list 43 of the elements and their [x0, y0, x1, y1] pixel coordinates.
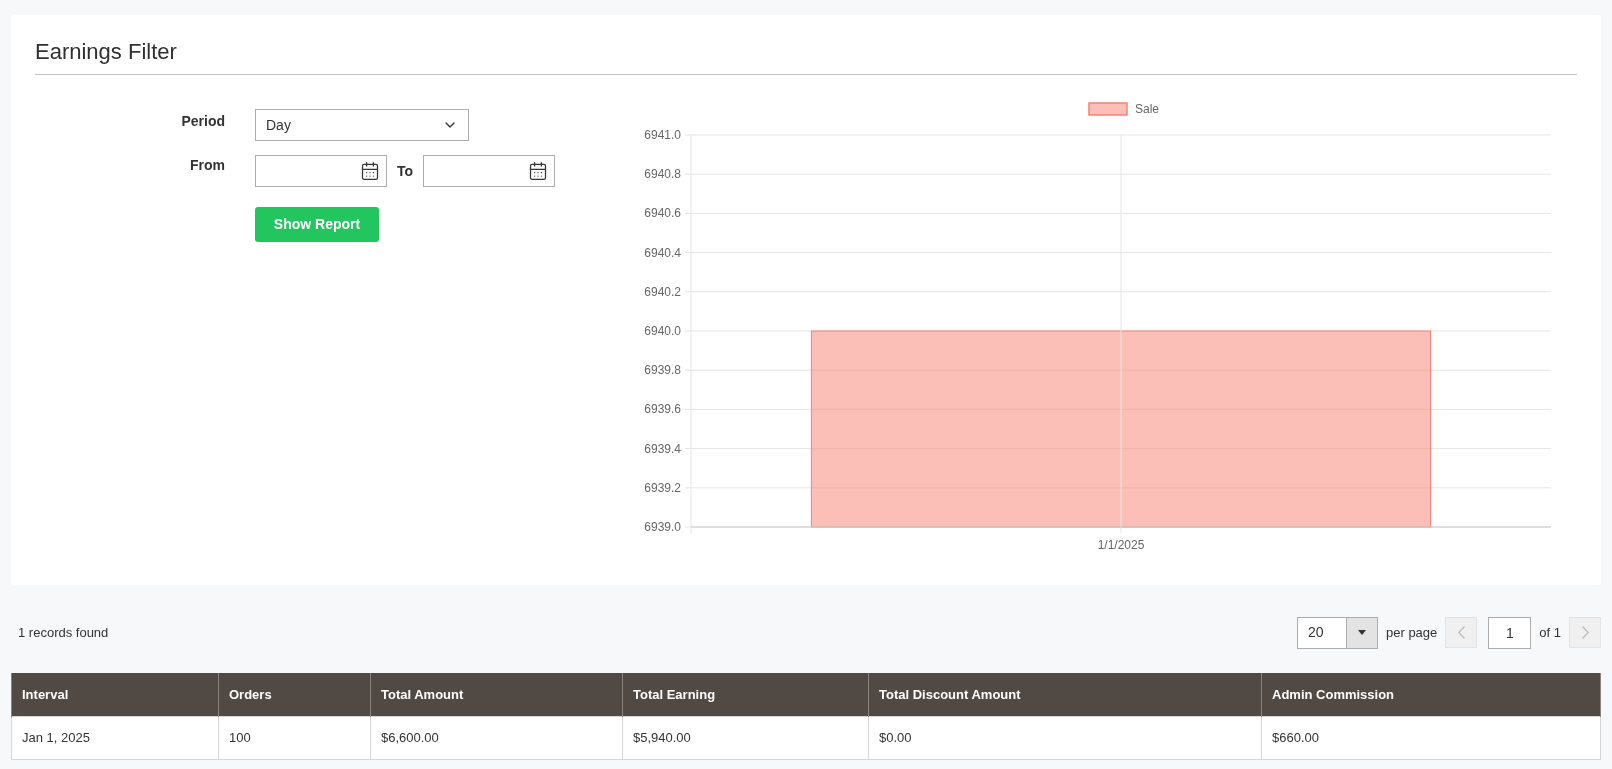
column-header: Total Discount Amount	[868, 673, 1262, 716]
records-count: 1 records found	[17, 623, 109, 642]
column-header: Interval	[11, 673, 219, 716]
y-tick-label: 6940.8	[644, 167, 681, 182]
y-tick-label: 6940.6	[644, 206, 681, 221]
legend-label: Sale	[1135, 102, 1160, 116]
table-cell: $660.00	[1261, 716, 1601, 759]
panel-title: Earnings Filter	[35, 35, 1577, 75]
table-cell: $0.00	[868, 716, 1262, 759]
field-label: From	[189, 155, 225, 175]
from-date-field[interactable]	[255, 155, 387, 187]
table-cell: 100	[218, 716, 371, 759]
column-header: Admin Commission	[1261, 673, 1601, 716]
table-cell: Jan 1, 2025	[11, 716, 219, 759]
per-page-select[interactable]: 20	[1297, 616, 1378, 649]
y-tick-label: 6941.0	[644, 128, 681, 142]
page-input[interactable]: 1	[1488, 616, 1532, 649]
field-label: To	[397, 161, 414, 181]
y-tick-label: 6939.4	[644, 441, 681, 456]
per-page-label: per page	[1386, 623, 1438, 642]
y-tick-label: 6939.8	[644, 363, 681, 378]
page-total: of 1	[1539, 623, 1561, 642]
chevron-left-icon	[1457, 626, 1465, 639]
field-label: Period	[180, 111, 225, 131]
calendar-icon[interactable]	[360, 161, 380, 181]
y-tick-label: 6940.4	[644, 245, 681, 260]
dropdown-triangle-icon	[1358, 630, 1366, 635]
table-cell: $5,940.00	[622, 716, 869, 759]
y-tick-label: 6940.2	[644, 284, 681, 299]
y-tick-label: 6939.6	[644, 402, 681, 417]
column-header: Total Earning	[622, 673, 869, 716]
column-header: Total Amount	[370, 673, 623, 716]
y-tick-label: 6939.0	[644, 520, 681, 534]
table-cell: $6,600.00	[370, 716, 623, 759]
chevron-right-icon	[1581, 626, 1589, 639]
to-date-field[interactable]	[423, 155, 556, 187]
x-tick-label: 1/1/2025	[1097, 538, 1145, 552]
calendar-icon[interactable]	[528, 161, 549, 181]
legend-swatch	[1088, 102, 1128, 116]
column-header: Orders	[218, 673, 371, 716]
period-select[interactable]: Day	[255, 109, 469, 141]
y-tick-label: 6940.0	[644, 324, 681, 338]
y-tick-label: 6939.2	[644, 480, 681, 495]
